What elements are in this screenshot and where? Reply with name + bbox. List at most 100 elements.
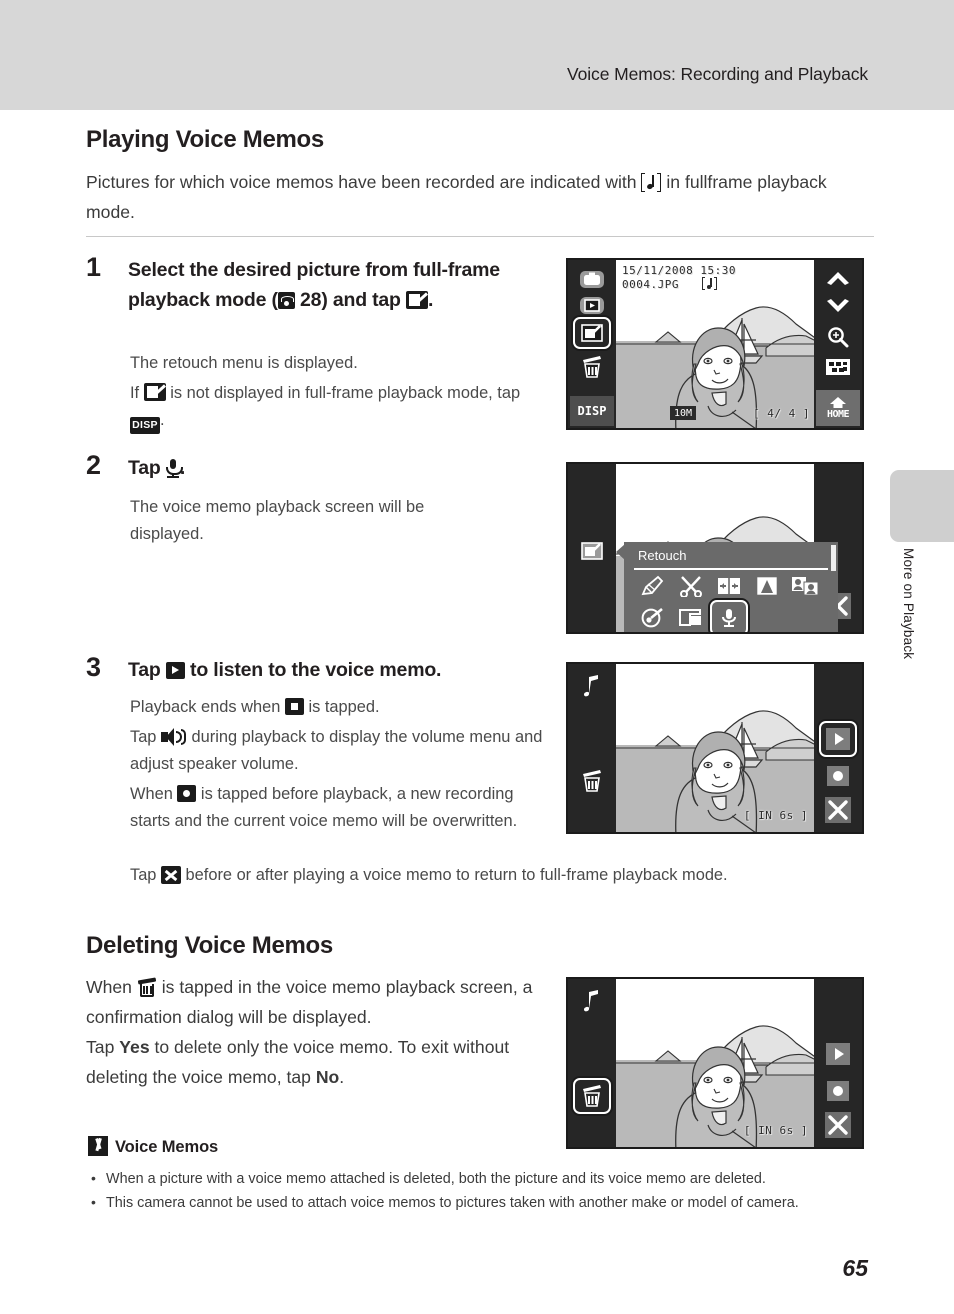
deleting-p2-a: Tap [86,1037,120,1057]
deleting-p2-c: . [339,1067,345,1087]
deleting-paragraph-2: Tap Yes to delete only the voice memo. T… [86,1032,556,1092]
camera-icon[interactable] [578,268,606,290]
lcd-left-toolbar-2 [568,464,616,632]
record-icon[interactable] [824,764,852,788]
lcd-screen-voice-memo-delete: [ IN 6s ] [566,977,864,1149]
step-1-body-line-1: The retouch menu is displayed. [130,354,358,372]
lcd-frame-counter: [ 4/ 4 ] [753,407,810,420]
retouch-icon [406,291,428,309]
paint-icon[interactable] [638,605,668,631]
step-3-title-a: Tap [128,659,166,681]
selection-highlight-retouch [573,317,611,349]
lcd-picture-area: 15/11/2008 15:30 0004.JPG 10M [ 4/ 4 ] [616,260,814,428]
step-3-body1-b: is tapped. [303,698,380,716]
retouch-icon-inline-2 [143,383,166,401]
delete-icon [137,977,157,997]
step-1-body2-c: . [160,411,165,429]
quick-retouch-icon[interactable] [638,573,668,599]
lcd-memo-duration: [ IN 6s ] [743,1124,808,1137]
lcd-memo-duration: [ IN 6s ] [743,809,808,822]
music-note-icon [582,989,602,1013]
yes-label: Yes [119,1037,150,1057]
d-lighting-icon[interactable] [714,573,744,599]
stop-icon [284,698,304,715]
heading-deleting-voice-memos: Deleting Voice Memos [86,932,333,959]
disp-button-label: DISP [577,404,607,418]
disp-button-icon: DISP [130,417,160,434]
step-3-body-line-1: Playback ends when is tapped. [130,694,550,721]
lcd-picture-area-3: [ IN 6s ] [616,664,814,832]
note-bullet-list: When a picture with a voice memo attache… [88,1167,878,1216]
step-2-body-line-1: The voice memo playback screen will be d… [130,498,425,543]
chevron-down-icon[interactable] [824,296,852,316]
record-icon [177,785,197,802]
step-1-title-c: . [428,289,434,311]
lcd-screen-retouch-menu: Retouch [566,462,864,634]
playback-icon[interactable] [578,294,606,316]
deleting-p1-a: When [86,977,137,997]
lcd-right-toolbar: HOME [814,260,862,428]
note-bullet-2: This camera cannot be used to attach voi… [88,1191,878,1214]
close-icon[interactable] [824,1111,852,1139]
deleting-p2-b: to delete only the voice memo. To exit w… [86,1037,510,1087]
chevron-up-icon[interactable] [824,268,852,288]
close-icon [160,866,181,884]
thumbnail-grid-icon[interactable] [824,356,852,378]
skin-softening-icon[interactable] [790,573,820,599]
step-3-body-line-3: When is tapped before playback, a new re… [130,781,550,835]
menu-divider [634,568,828,570]
sample-photo-scene-3 [616,664,814,832]
playing-lead-paragraph: Pictures for which voice memos have been… [86,167,876,227]
record-icon[interactable] [824,1079,852,1103]
step-3-body2-b: during playback to display the volume me… [130,728,543,773]
lcd-left-toolbar-4 [568,979,616,1147]
note-bullet-1: When a picture with a voice memo attache… [88,1167,878,1190]
lcd-screen-voice-memo-playback: [ IN 6s ] [566,662,864,834]
step-3-body4-a: Tap [130,866,161,884]
step-3-body3-a: When [130,785,178,803]
reference-eye-icon [277,292,295,309]
small-picture-icon[interactable] [676,605,706,631]
disp-button[interactable]: DISP [570,396,614,426]
scrollbar-thumb[interactable] [831,545,836,571]
lcd-right-toolbar-4 [814,979,862,1147]
selection-highlight-delete [573,1078,611,1114]
step-2-title-a: Tap [128,457,166,479]
step-1-body2-a: If [130,384,144,402]
play-icon[interactable] [824,1041,852,1067]
close-icon[interactable] [824,796,852,824]
home-button-label: HOME [826,409,850,420]
selection-highlight-play [819,721,857,757]
popup-tail [616,544,625,560]
heading-playing-voice-memos: Playing Voice Memos [86,126,324,153]
retouch-menu-popup: Retouch [616,542,838,632]
zoom-in-icon[interactable] [826,326,850,348]
home-button[interactable]: HOME [816,390,860,426]
divider-rule-1 [86,236,874,237]
step-3-title-c: to listen to the voice memo. [184,659,442,681]
delete-icon[interactable] [580,768,604,792]
delete-icon[interactable] [580,354,604,378]
lcd-left-toolbar: DISP [568,260,616,428]
retouch-menu-title: Retouch [638,548,687,563]
lcd-image-quality-badge: 10M [670,406,696,420]
retouch-icon[interactable] [580,540,604,562]
lcd-voice-memo-indicator-icon [702,277,717,290]
step-3-number: 3 [86,652,102,682]
step-3-body2-a: Tap [130,728,161,746]
lcd-picture-area-4: [ IN 6s ] [616,979,814,1147]
music-note-icon [582,674,602,698]
step-2-title: Tap . [128,453,528,483]
crop-icon[interactable] [676,573,706,599]
step-3-body4-b: before or after playing a voice memo to … [180,866,728,884]
step-3-title: Tap to listen to the voice memo. [128,655,548,685]
bw-filter-icon[interactable] [752,573,782,599]
lcd-osd-date: 15/11/2008 15:30 [622,264,736,277]
step-3-body-line-4: Tap before or after playing a voice memo… [130,862,890,889]
note-title: Voice Memos [115,1138,219,1156]
step-3-body1-a: Playback ends when [130,698,285,716]
home-icon [830,397,846,408]
voice-memo-indicator-icon [641,173,662,192]
step-1-title-b: 28) and tap [294,289,406,311]
volume-icon [160,728,187,746]
